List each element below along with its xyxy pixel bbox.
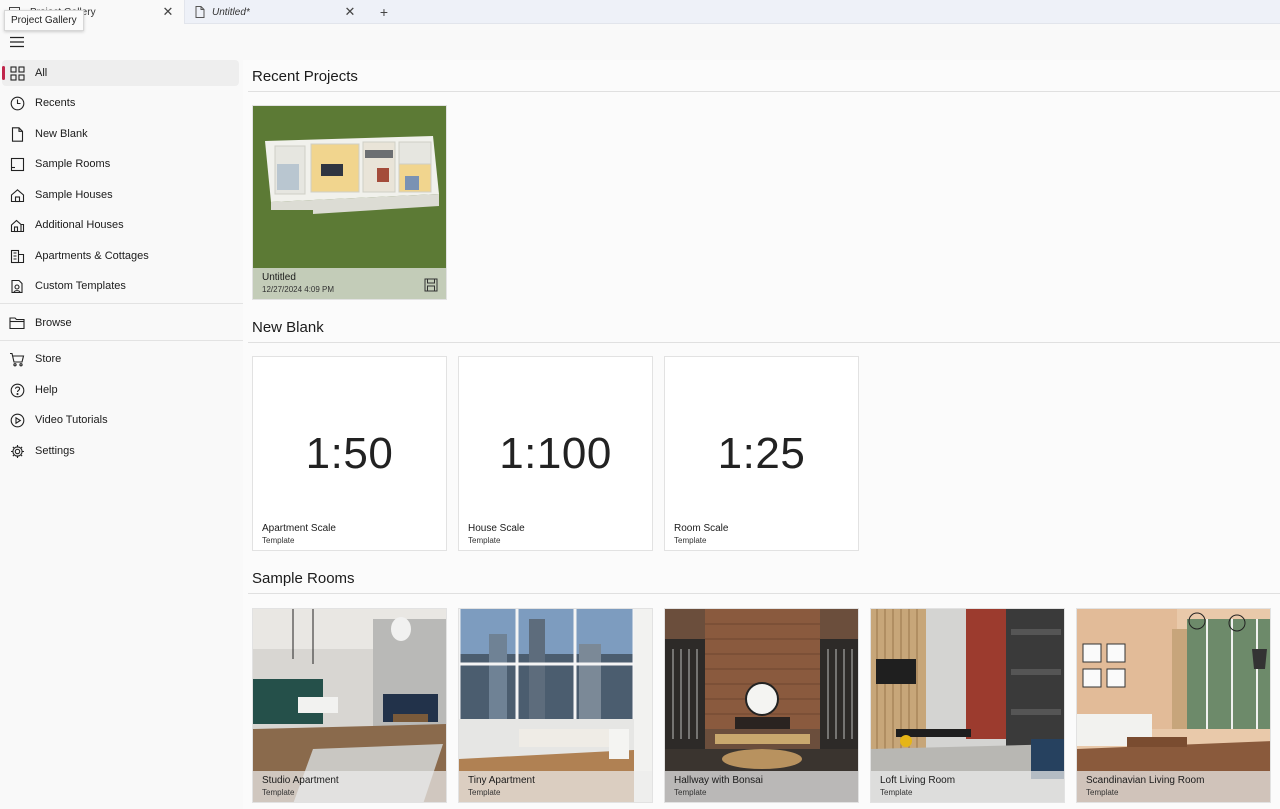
sidebar-item-label: Settings [35, 445, 75, 457]
sidebar-item-label: Browse [35, 317, 72, 329]
card-caption: Studio Apartment Template [253, 771, 446, 802]
card-caption: Apartment Scale Template [253, 519, 446, 550]
sidebar-item-settings[interactable]: Settings [2, 438, 239, 464]
section-divider [248, 91, 1280, 92]
help-icon [9, 382, 25, 398]
close-icon[interactable]: ✕ [158, 2, 178, 22]
sidebar-item-label: Custom Templates [35, 280, 126, 292]
gear-icon [9, 443, 25, 459]
sidebar-item-label: Additional Houses [35, 219, 124, 231]
card-caption: Scandinavian Living Room Template [1077, 771, 1270, 802]
house-plus-icon [9, 217, 25, 233]
sidebar-item-browse[interactable]: Browse [2, 310, 239, 336]
card-caption: Room Scale Template [665, 519, 858, 550]
add-tab-button[interactable]: + [374, 2, 394, 22]
sidebar-item-store[interactable]: Store [2, 346, 239, 372]
section-divider [248, 593, 1280, 594]
section-title-sample-rooms: Sample Rooms [252, 570, 355, 587]
sidebar-item-label: Apartments & Cottages [35, 250, 149, 262]
sidebar-item-label: Sample Houses [35, 189, 113, 201]
save-icon[interactable] [424, 278, 438, 292]
house-icon [9, 187, 25, 203]
sidebar-item-all[interactable]: All [2, 60, 239, 86]
grid-icon [9, 65, 25, 81]
sidebar-item-custom-templates[interactable]: Custom Templates [2, 273, 239, 299]
sidebar-item-apartments-cottages[interactable]: Apartments & Cottages [2, 243, 239, 269]
card-title: Loft Living Room [880, 775, 956, 786]
card-caption: Loft Living Room Template [871, 771, 1064, 802]
sample-room-card-hallway-with-bonsai[interactable]: Hallway with Bonsai Template [664, 608, 859, 803]
card-timestamp: 12/27/2024 4:09 PM [262, 285, 335, 294]
sidebar-item-video-tutorials[interactable]: Video Tutorials [2, 407, 239, 433]
gallery-content: Recent Projects Untitled 12/27/2024 4:09… [243, 60, 1280, 809]
scale-ratio: 1:100 [499, 429, 612, 478]
sidebar-item-label: Help [35, 384, 58, 396]
floor-plan-thumbnail [253, 106, 446, 271]
custom-template-icon [9, 278, 25, 294]
card-caption: House Scale Template [459, 519, 652, 550]
document-icon [9, 126, 25, 142]
card-subtitle: Template [468, 536, 501, 545]
scale-ratio: 1:25 [717, 429, 806, 478]
card-title: Studio Apartment [262, 775, 339, 786]
sidebar-item-label: All [35, 67, 48, 79]
cart-icon [9, 351, 25, 367]
card-caption: Untitled 12/27/2024 4:09 PM [253, 268, 446, 299]
folder-icon [9, 315, 25, 331]
sidebar-item-label: Sample Rooms [35, 158, 111, 170]
sample-room-card-studio-apartment[interactable]: Studio Apartment Template [252, 608, 447, 803]
document-icon [194, 6, 206, 18]
sidebar-divider [0, 303, 243, 304]
card-title: House Scale [468, 523, 525, 534]
sidebar-item-sample-houses[interactable]: Sample Houses [2, 182, 239, 208]
tab-label: Untitled* [212, 6, 250, 18]
card-subtitle: Template [262, 536, 295, 545]
tooltip: Project Gallery [4, 10, 84, 31]
room-icon [9, 156, 25, 172]
card-title: Apartment Scale [262, 523, 336, 534]
sidebar-item-label: New Blank [35, 128, 88, 140]
card-subtitle: Template [1086, 788, 1119, 797]
card-title: Tiny Apartment [468, 775, 535, 786]
sidebar-item-label: Store [35, 353, 62, 365]
new-blank-card-room[interactable]: 1:25 Room Scale Template [664, 356, 859, 551]
card-caption: Hallway with Bonsai Template [665, 771, 858, 802]
section-title-new-blank: New Blank [252, 319, 324, 336]
close-icon[interactable]: ✕ [340, 2, 360, 22]
card-subtitle: Template [674, 788, 707, 797]
apartment-icon [9, 248, 25, 264]
sidebar-item-help[interactable]: Help [2, 377, 239, 403]
section-title-recent-projects: Recent Projects [252, 68, 358, 85]
section-divider [248, 342, 1280, 343]
hamburger-menu-icon[interactable] [8, 34, 26, 50]
sample-room-card-tiny-apartment[interactable]: Tiny Apartment Template [458, 608, 653, 803]
sample-room-card-loft-living-room[interactable]: Loft Living Room Template [870, 608, 1065, 803]
card-caption: Tiny Apartment Template [459, 771, 652, 802]
clock-icon [9, 95, 25, 111]
card-subtitle: Template [674, 536, 707, 545]
sidebar-item-recents[interactable]: Recents [2, 90, 239, 116]
card-title: Hallway with Bonsai [674, 775, 763, 786]
card-subtitle: Template [262, 788, 295, 797]
sample-room-card-scandinavian-living-room[interactable]: Scandinavian Living Room Template [1076, 608, 1271, 803]
tab-untitled[interactable]: Untitled* ✕ [186, 0, 366, 24]
sidebar-item-sample-rooms[interactable]: Sample Rooms [2, 151, 239, 177]
card-title: Untitled [262, 272, 296, 283]
sidebar-item-label: Recents [35, 97, 76, 109]
tab-bar: Project Gallery ✕ Untitled* ✕ + [0, 0, 1280, 24]
sidebar: All Recents New Blank Sample Rooms Sampl… [0, 24, 243, 809]
card-title: Room Scale [674, 523, 729, 534]
new-blank-card-house[interactable]: 1:100 House Scale Template [458, 356, 653, 551]
card-subtitle: Template [468, 788, 501, 797]
sidebar-item-label: Video Tutorials [35, 414, 108, 426]
sidebar-divider [0, 340, 243, 341]
sidebar-item-new-blank[interactable]: New Blank [2, 121, 239, 147]
scale-ratio: 1:50 [305, 429, 394, 478]
sidebar-item-additional-houses[interactable]: Additional Houses [2, 212, 239, 238]
card-title: Scandinavian Living Room [1086, 775, 1205, 786]
new-blank-card-apartment[interactable]: 1:50 Apartment Scale Template [252, 356, 447, 551]
recent-project-card[interactable]: Untitled 12/27/2024 4:09 PM [252, 105, 447, 300]
card-subtitle: Template [880, 788, 913, 797]
play-icon [9, 412, 25, 428]
